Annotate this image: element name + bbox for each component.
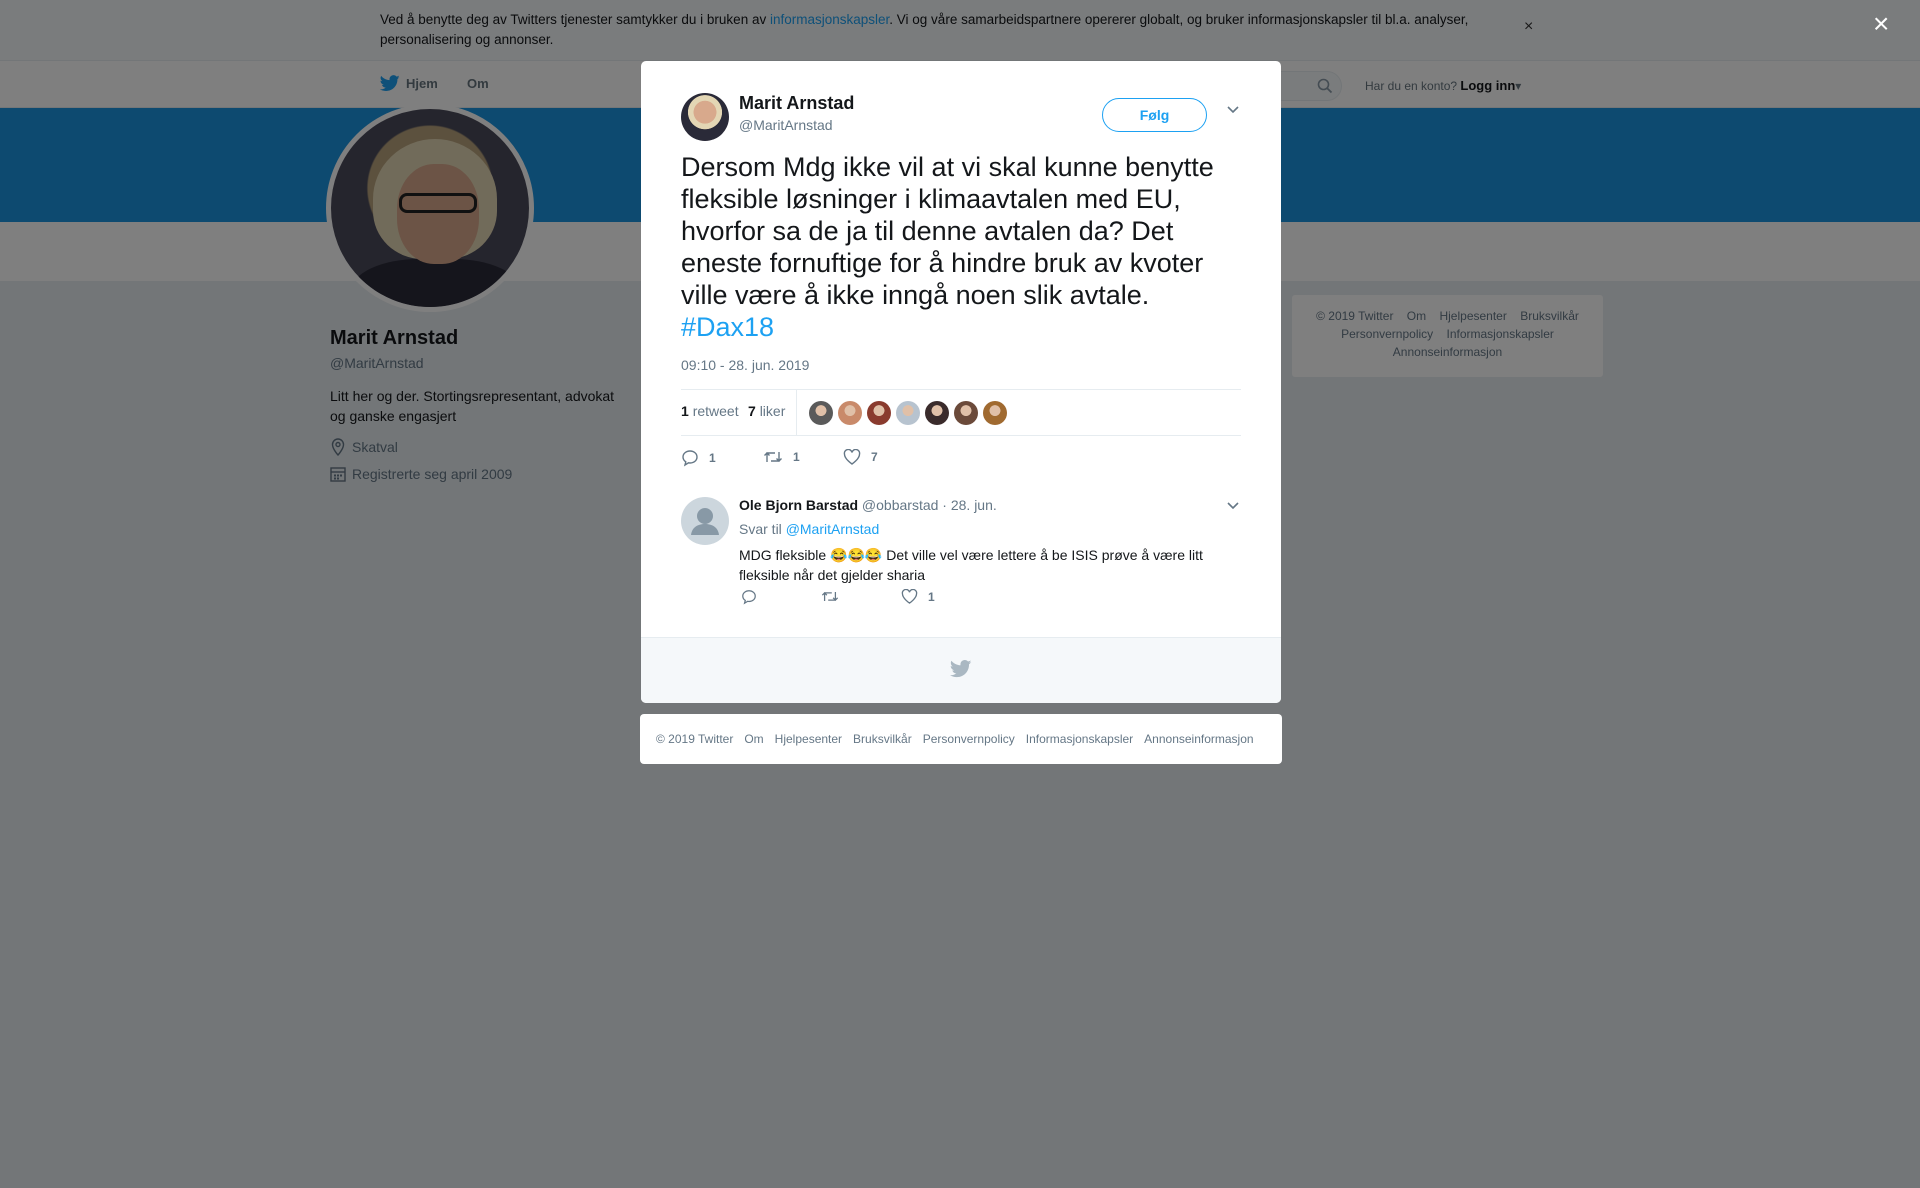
modal-footer-privacy[interactable]: Personvernpolicy	[923, 732, 1015, 746]
modal-footer-cookies[interactable]: Informasjonskapsler	[1026, 732, 1133, 746]
like-count: 7	[748, 403, 756, 419]
reply-reply-action[interactable]	[741, 589, 757, 605]
stats-divider	[796, 390, 797, 435]
bird-icon	[950, 660, 972, 678]
modal-bottom	[641, 637, 1281, 703]
liker-avatar[interactable]	[954, 401, 978, 425]
modal-footer-help[interactable]: Hjelpesenter	[775, 732, 842, 746]
liker-avatar[interactable]	[809, 401, 833, 425]
reply-action[interactable]: 1	[681, 449, 716, 467]
reply-retweet-action[interactable]	[821, 589, 839, 604]
retweet-action[interactable]: 1	[763, 449, 800, 465]
liker-avatar[interactable]	[867, 401, 891, 425]
retweet-icon	[821, 592, 839, 601]
liker-avatar[interactable]	[983, 401, 1007, 425]
modal-footer-ads[interactable]: Annonseinformasjon	[1144, 732, 1253, 746]
reply-avatar[interactable]	[681, 497, 729, 545]
tweet-actions: 1 1 7	[681, 449, 981, 471]
retweet-label: retweet	[692, 403, 739, 419]
liker-avatar[interactable]	[896, 401, 920, 425]
tweet-hashtag[interactable]: #Dax18	[681, 312, 774, 342]
default-user-icon	[691, 508, 719, 535]
reply-to-handle[interactable]: @MaritArnstad	[786, 521, 880, 537]
reply-count: 1	[709, 451, 716, 465]
modal-footer-about[interactable]: Om	[744, 732, 763, 746]
reply-date[interactable]: · 28. jun.	[942, 497, 996, 513]
like-stat[interactable]: 7 liker	[748, 403, 785, 419]
retweet-icon	[764, 452, 782, 462]
liker-avatar[interactable]	[838, 401, 862, 425]
tweet-body: Dersom Mdg ikke vil at vi skal kunne ben…	[681, 152, 1214, 310]
modal-footer-copyright: © 2019 Twitter	[656, 732, 734, 746]
reply-icon	[682, 450, 698, 467]
reply-to-label: Svar til	[739, 521, 782, 537]
like-action[interactable]: 7	[843, 449, 878, 465]
retweet-count: 1	[681, 403, 689, 419]
retweet-stat[interactable]: 1 retweet	[681, 403, 739, 419]
heart-icon	[843, 449, 861, 465]
reply-like-action[interactable]: 1	[901, 589, 935, 604]
reply-header: Ole Bjorn Barstad @obbarstad · 28. jun.	[739, 497, 997, 513]
reply-actions: 1	[741, 589, 1041, 609]
tweet-stats: 1 retweet 7 liker	[681, 389, 1241, 436]
reply-to: Svar til @MaritArnstad	[739, 521, 879, 537]
reply-like-count: 1	[928, 589, 935, 604]
reply-author-name[interactable]: Ole Bjorn Barstad	[739, 497, 858, 513]
tweet-text: Dersom Mdg ikke vil at vi skal kunne ben…	[681, 151, 1246, 343]
overlay-close-button[interactable]: ×	[1873, 10, 1889, 38]
tweet-timestamp[interactable]: 09:10 - 28. jun. 2019	[681, 357, 809, 373]
reply-text: MDG fleksible 😂😂😂 Det ville vel være let…	[739, 547, 1203, 583]
like-label: liker	[759, 403, 786, 419]
chevron-down-icon[interactable]	[1226, 105, 1240, 115]
tweet-author-avatar[interactable]	[681, 93, 729, 141]
follow-button[interactable]: Følg	[1102, 98, 1207, 132]
tweet-modal: Marit Arnstad @MaritArnstad Følg Dersom …	[641, 61, 1281, 703]
modal-footer-terms[interactable]: Bruksvilkår	[853, 732, 912, 746]
chevron-down-icon[interactable]	[1226, 501, 1240, 511]
liker-avatar[interactable]	[925, 401, 949, 425]
modal-footer: © 2019 Twitter Om Hjelpesenter Bruksvilk…	[640, 714, 1282, 764]
reply-author-handle[interactable]: @obbarstad	[862, 497, 938, 513]
tweet-author-name[interactable]: Marit Arnstad	[739, 93, 854, 114]
heart-icon	[901, 589, 918, 604]
retweet-action-count: 1	[793, 450, 800, 464]
tweet-author-handle[interactable]: @MaritArnstad	[739, 117, 833, 133]
reply-icon	[742, 590, 756, 605]
like-action-count: 7	[871, 450, 878, 464]
